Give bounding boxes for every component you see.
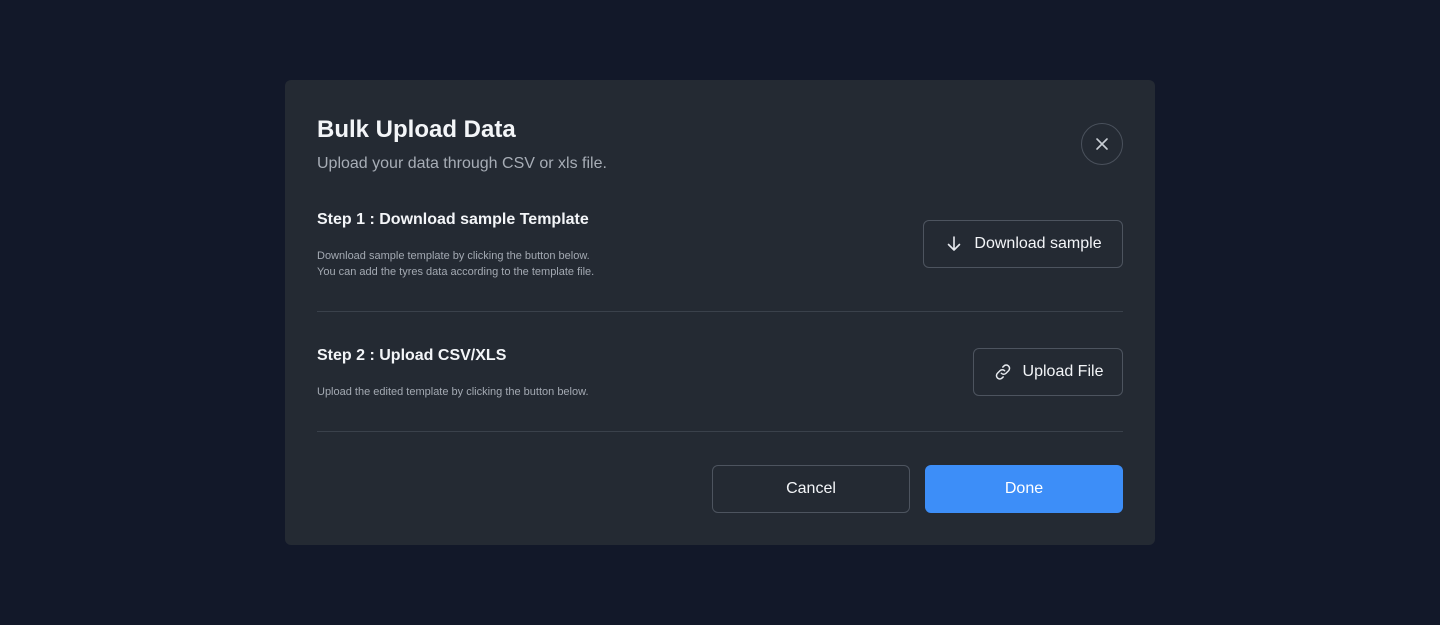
cancel-button[interactable]: Cancel (712, 465, 910, 513)
step1-title: Step 1 : Download sample Template (317, 211, 589, 228)
step1-desc-line2: You can add the tyres data according to … (317, 266, 595, 278)
link-icon (993, 362, 1013, 382)
upload-file-button[interactable]: Upload File (973, 348, 1123, 396)
divider (317, 431, 1123, 432)
close-button[interactable] (1081, 123, 1123, 165)
step2-title: Step 2 : Upload CSV/XLS (317, 347, 507, 364)
download-sample-button[interactable]: Download sample (923, 220, 1123, 268)
modal-title: Bulk Upload Data (317, 116, 516, 143)
step1-description: Download sample template by clicking the… (317, 248, 594, 280)
step1-desc-line1: Download sample template by clicking the… (317, 250, 590, 262)
modal-subtitle: Upload your data through CSV or xls file… (317, 155, 607, 172)
done-button[interactable]: Done (925, 465, 1123, 513)
upload-file-label: Upload File (1022, 363, 1104, 380)
arrow-down-icon (944, 234, 964, 254)
bulk-upload-modal: Bulk Upload Data Upload your data throug… (285, 80, 1155, 545)
download-sample-label: Download sample (974, 235, 1102, 252)
close-icon (1094, 136, 1110, 152)
divider (317, 311, 1123, 312)
step2-description: Upload the edited template by clicking t… (317, 386, 589, 398)
